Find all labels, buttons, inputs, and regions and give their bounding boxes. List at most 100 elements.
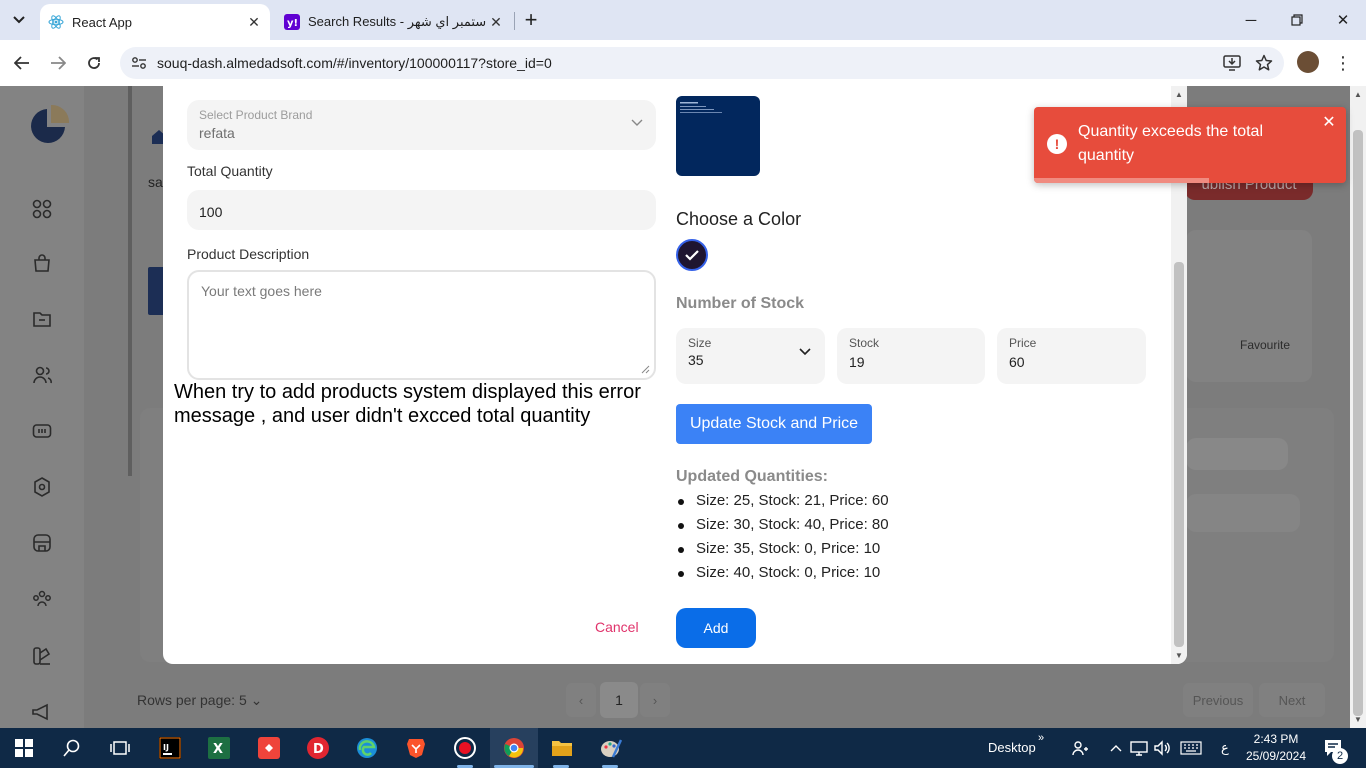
page-scrollbar[interactable]: ▲ ▼ [1350, 86, 1366, 728]
rows-per-page[interactable]: Rows per page: 5 ⌄ [137, 692, 262, 709]
svg-text:IJ: IJ [163, 743, 169, 752]
tab-search-results[interactable]: y! Search Results - ستمبر اي شهر ✕ [276, 4, 512, 40]
size-select[interactable]: Size 35 [676, 328, 825, 384]
anydesk-icon[interactable] [257, 736, 281, 760]
badge-icon[interactable] [30, 475, 54, 499]
description-placeholder: Your text goes here [201, 283, 322, 299]
people-icon[interactable] [1068, 736, 1092, 760]
color-swatch-selected[interactable] [676, 239, 708, 271]
keyboard-icon[interactable] [1179, 736, 1203, 760]
restore-button[interactable] [1284, 8, 1310, 32]
scrollbar-thumb[interactable] [1174, 262, 1184, 647]
new-tab-button[interactable]: + [520, 7, 542, 32]
ticket-icon[interactable] [30, 419, 54, 443]
back-button[interactable] [11, 52, 33, 74]
scrollbar-thumb[interactable] [1353, 130, 1363, 716]
install-app-icon[interactable] [1220, 51, 1244, 75]
total-quantity-input[interactable]: 100 [187, 190, 656, 230]
team-icon[interactable] [30, 587, 54, 611]
toast-progress-bar [1034, 178, 1209, 183]
scroll-down-arrow[interactable]: ▼ [1353, 714, 1363, 724]
current-page[interactable]: 1 [600, 682, 638, 718]
desktop-toolbar-label[interactable]: Desktop [988, 740, 1036, 755]
shopping-bag-icon[interactable] [30, 251, 54, 275]
brush-icon[interactable] [30, 644, 54, 668]
recorder-icon[interactable] [453, 736, 477, 760]
list-item: Size: 35, Stock: 0, Price: 10 [678, 537, 889, 561]
stock-value: 19 [849, 354, 865, 370]
svg-text:X: X [213, 742, 223, 757]
folder-icon[interactable] [30, 307, 54, 331]
next-button[interactable]: Next [1259, 683, 1325, 717]
bullet-icon [678, 523, 684, 529]
stock-label: Stock [849, 336, 880, 350]
url-text[interactable]: souq-dash.almedadsoft.com/#/inventory/10… [157, 55, 1220, 71]
resize-grip-icon[interactable] [640, 364, 650, 374]
volume-icon[interactable] [1151, 736, 1175, 760]
close-tab-icon[interactable]: ✕ [244, 12, 264, 32]
scroll-down-arrow[interactable]: ▼ [1174, 650, 1184, 660]
input-language[interactable]: ع [1221, 740, 1229, 756]
size-value: 35 [688, 352, 704, 368]
windows-start-icon[interactable] [12, 736, 36, 760]
favourite-label: Favourite [1240, 338, 1291, 352]
add-button[interactable]: Add [676, 608, 756, 648]
scroll-up-arrow[interactable]: ▲ [1174, 89, 1184, 99]
previous-button[interactable]: Previous [1183, 683, 1253, 717]
choose-color-title: Choose a Color [676, 209, 802, 229]
cancel-button[interactable]: Cancel [595, 619, 639, 635]
task-view-icon[interactable] [108, 736, 132, 760]
clock[interactable]: 2:43 PM 25/09/2024 [1243, 731, 1309, 765]
bullet-icon [678, 547, 684, 553]
update-stock-and-price-button[interactable]: Update Stock and Price [676, 404, 872, 444]
tab-separator [514, 12, 515, 30]
clock-time: 2:43 PM [1253, 732, 1299, 746]
tab-search-button[interactable] [6, 8, 32, 32]
product-brand-select[interactable]: Select Product Brand refata [187, 100, 656, 150]
pager-prev-arrow[interactable]: ‹ [566, 683, 596, 717]
close-window-button[interactable]: ✕ [1330, 8, 1356, 32]
browser-menu-icon[interactable]: ⋮ [1333, 52, 1353, 74]
close-tab-icon[interactable]: ✕ [486, 12, 506, 32]
pager-next-arrow[interactable]: › [640, 683, 670, 717]
product-description-textarea[interactable]: Your text goes here [187, 270, 656, 380]
brave-icon[interactable] [404, 736, 428, 760]
reload-button[interactable] [83, 52, 105, 74]
profile-avatar[interactable] [1297, 51, 1319, 73]
close-icon[interactable]: ✕ [1321, 114, 1337, 131]
list-item-text: Size: 35, Stock: 0, Price: 10 [696, 540, 881, 557]
react-icon [48, 14, 64, 30]
total-quantity-label: Total Quantity [187, 163, 273, 179]
excel-icon[interactable]: X [207, 736, 231, 760]
chrome-icon[interactable] [502, 736, 526, 760]
megaphone-icon[interactable] [30, 700, 54, 724]
svg-text:y!: y! [287, 18, 298, 29]
forward-button[interactable] [47, 52, 69, 74]
brand-value: refata [199, 125, 235, 141]
bookmark-star-icon[interactable] [1252, 51, 1276, 75]
scroll-up-arrow[interactable]: ▲ [1353, 89, 1363, 99]
users-icon[interactable] [30, 363, 54, 387]
edge-icon[interactable] [355, 736, 379, 760]
dbeaver-icon[interactable]: D [306, 736, 330, 760]
omnibox[interactable]: souq-dash.almedadsoft.com/#/inventory/10… [120, 47, 1284, 79]
file-explorer-icon[interactable] [550, 736, 574, 760]
price-input[interactable]: Price 60 [997, 328, 1146, 384]
chevron-double-right-icon[interactable]: » [1038, 732, 1044, 744]
chevron-down-icon [13, 16, 25, 24]
list-item: Size: 25, Stock: 21, Price: 60 [678, 489, 889, 513]
dashboard-icon[interactable] [30, 197, 54, 221]
stock-input[interactable]: Stock 19 [837, 328, 985, 384]
site-info-icon[interactable] [130, 54, 148, 72]
search-icon[interactable] [60, 736, 84, 760]
paint-icon[interactable] [599, 736, 623, 760]
clock-date: 25/09/2024 [1245, 749, 1307, 763]
store-icon[interactable] [30, 531, 54, 555]
tab-react-app[interactable]: React App ✕ [40, 4, 270, 40]
product-image-thumbnail [676, 96, 760, 176]
network-icon[interactable] [1127, 736, 1151, 760]
minimize-button[interactable]: ─ [1238, 8, 1264, 32]
chevron-up-icon[interactable] [1104, 736, 1128, 760]
arrow-left-icon [14, 56, 29, 70]
intellij-icon[interactable]: IJ [158, 736, 182, 760]
